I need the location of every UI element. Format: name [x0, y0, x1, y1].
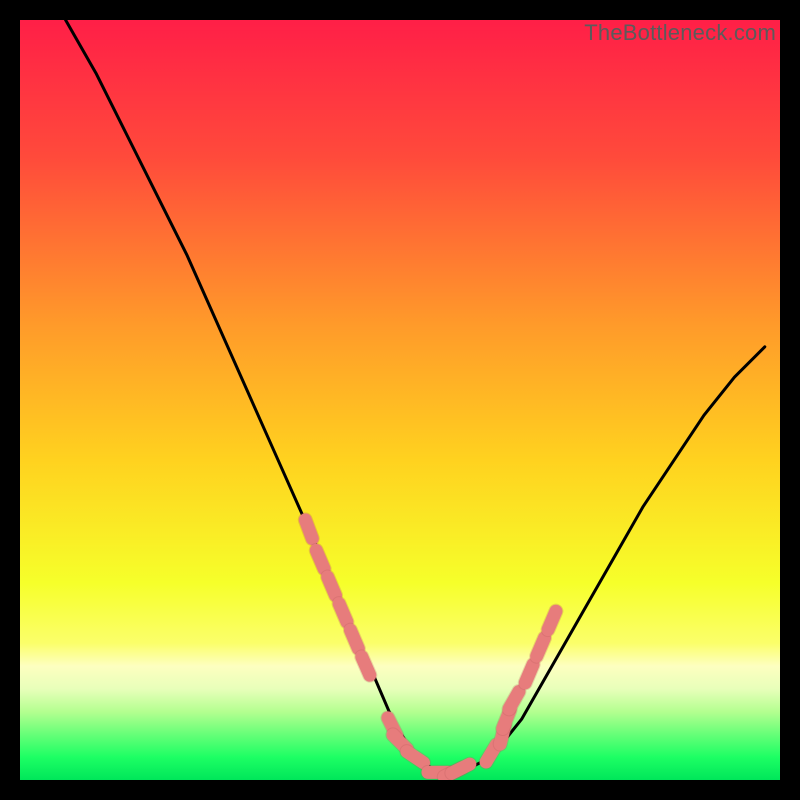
data-marker: [339, 604, 347, 622]
chart-frame: TheBottleneck.com: [20, 20, 780, 780]
data-marker: [407, 752, 424, 763]
data-marker: [452, 764, 470, 773]
data-marker: [350, 630, 358, 648]
data-marker: [509, 692, 519, 709]
bottleneck-chart: [20, 20, 780, 780]
data-marker: [548, 611, 556, 629]
data-marker: [537, 638, 545, 656]
data-marker: [525, 664, 533, 682]
data-marker: [305, 520, 312, 539]
gradient-background: [20, 20, 780, 780]
data-marker: [316, 550, 324, 568]
watermark-text: TheBottleneck.com: [584, 20, 776, 46]
data-marker: [328, 577, 336, 595]
data-marker: [362, 657, 370, 675]
